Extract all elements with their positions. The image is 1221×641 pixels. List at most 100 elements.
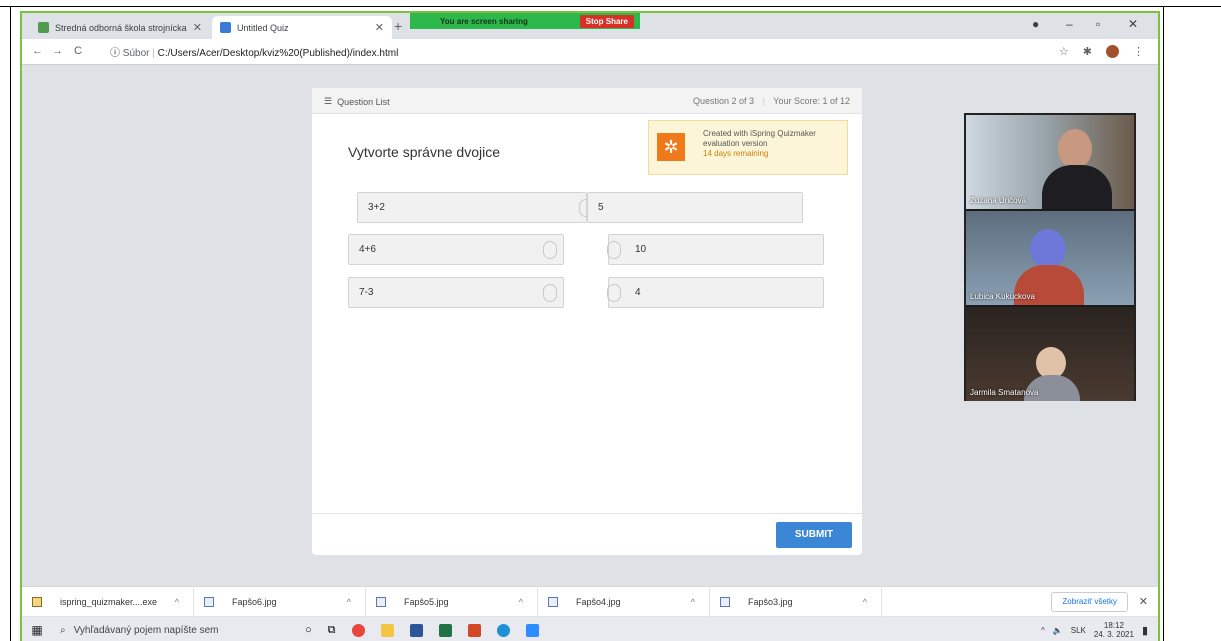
url-text: C:/Users/Acer/Desktop/kviz%20(Published)… bbox=[157, 48, 399, 59]
info-icon: ⓘ bbox=[110, 48, 120, 59]
powerpoint-icon[interactable] bbox=[467, 623, 481, 637]
url-scheme: Súbor bbox=[122, 48, 150, 59]
puzzle-connector-icon bbox=[607, 241, 621, 259]
match-right-piece[interactable]: 10 bbox=[607, 234, 824, 265]
share-status-text: You are screen sharing bbox=[440, 16, 528, 26]
download-item[interactable]: Fapšo5.jpg ^ bbox=[366, 586, 538, 617]
profile-dot-icon[interactable]: ● bbox=[1032, 17, 1039, 31]
match-right-piece[interactable]: 5 bbox=[587, 192, 803, 223]
promo-line: evaluation version bbox=[703, 139, 768, 148]
divider bbox=[312, 513, 862, 514]
match-left-piece[interactable]: 4+6 bbox=[348, 234, 564, 265]
tab-label: Untitled Quiz bbox=[237, 22, 289, 33]
clock-time: 18:12 bbox=[1103, 621, 1124, 630]
match-left-piece[interactable]: 7-3 bbox=[348, 277, 564, 308]
participant-body bbox=[1042, 165, 1112, 209]
address-bar: ← → C ⓘ Súbor | C:/Users/Acer/Desktop/kv… bbox=[22, 39, 1158, 65]
video-tile[interactable]: Jarmila Smatanova bbox=[966, 307, 1134, 401]
close-icon[interactable]: ✕ bbox=[193, 21, 202, 34]
download-item[interactable]: Fapšo3.jpg ^ bbox=[710, 586, 882, 617]
chrome-icon[interactable] bbox=[351, 623, 365, 637]
download-name: Fapšo3.jpg bbox=[748, 596, 793, 607]
word-icon[interactable] bbox=[409, 623, 423, 637]
frame-top bbox=[0, 6, 1221, 7]
screen: Stredná odborná škola strojnícka ✕ Untit… bbox=[20, 11, 1160, 641]
quiz-status: Question 2 of 3 | Your Score: 1 of 12 bbox=[693, 96, 850, 106]
task-view-icon[interactable]: ⧉ bbox=[328, 624, 336, 637]
participant-face bbox=[1058, 129, 1092, 169]
chevron-up-icon[interactable]: ^ bbox=[1041, 626, 1045, 635]
participant-face bbox=[1030, 229, 1066, 269]
puzzle-connector-icon bbox=[607, 284, 621, 302]
zoom-icon[interactable] bbox=[525, 623, 539, 637]
chevron-up-icon[interactable]: ^ bbox=[519, 597, 523, 607]
file-explorer-icon[interactable] bbox=[380, 623, 394, 637]
windows-start-icon[interactable]: ▦ bbox=[22, 623, 52, 637]
video-tile[interactable]: Zuzana Uričová bbox=[966, 115, 1134, 209]
match-right-label: 4 bbox=[635, 287, 641, 298]
chevron-up-icon[interactable]: ^ bbox=[863, 597, 867, 607]
back-icon[interactable]: ← bbox=[32, 45, 43, 57]
taskbar: ▦ ⌕ Vyhľadávaný pojem napíšte sem ○ ⧉ ^ … bbox=[22, 617, 1158, 641]
excel-icon[interactable] bbox=[438, 623, 452, 637]
download-item[interactable]: ispring_quizmaker....exe ^ bbox=[22, 586, 194, 617]
notifications-icon[interactable]: ▮ bbox=[1142, 624, 1148, 637]
tab-untitled-quiz[interactable]: Untitled Quiz ✕ bbox=[212, 16, 392, 39]
close-icon[interactable]: ✕ bbox=[1139, 595, 1148, 608]
match-left-label: 4+6 bbox=[359, 244, 376, 255]
new-tab-button[interactable]: + bbox=[394, 18, 402, 34]
match-left-label: 7-3 bbox=[359, 287, 374, 298]
volume-icon[interactable]: 🔈 bbox=[1053, 626, 1063, 635]
ispring-logo-icon: ✲ bbox=[657, 133, 685, 161]
video-tile[interactable]: Lubica Kukuckova bbox=[966, 211, 1134, 305]
forward-icon[interactable]: → bbox=[52, 45, 63, 57]
profile-avatar-icon[interactable] bbox=[1106, 45, 1119, 58]
download-name: Fapšo4.jpg bbox=[576, 596, 621, 607]
system-tray: ^ 🔈 SLK 18:12 24. 3. 2021 ▮ bbox=[1041, 621, 1148, 639]
download-shelf: ispring_quizmaker....exe ^ Fapšo6.jpg ^ … bbox=[22, 586, 1158, 617]
promo-line: Created with iSpring Quizmaker bbox=[703, 129, 816, 138]
screen-share-bar: You are screen sharing Stop Share bbox=[410, 13, 640, 29]
stop-share-button[interactable]: Stop Share bbox=[579, 14, 634, 28]
tab-school[interactable]: Stredná odborná škola strojnícka ✕ bbox=[30, 16, 210, 39]
extensions-icon[interactable]: ✱ bbox=[1083, 45, 1092, 58]
clock[interactable]: 18:12 24. 3. 2021 bbox=[1094, 621, 1134, 639]
edge-icon[interactable] bbox=[496, 623, 510, 637]
taskbar-search[interactable]: ⌕ Vyhľadávaný pojem napíšte sem bbox=[52, 617, 297, 641]
download-item[interactable]: Fapšo4.jpg ^ bbox=[538, 586, 710, 617]
chevron-up-icon[interactable]: ^ bbox=[175, 597, 179, 607]
participant-name: Jarmila Smatanova bbox=[970, 388, 1039, 397]
school-favicon-icon bbox=[38, 22, 49, 33]
show-all-downloads-button[interactable]: Zobraziť všetky bbox=[1051, 592, 1128, 612]
minimize-icon[interactable]: – bbox=[1066, 17, 1073, 31]
reload-icon[interactable]: C bbox=[74, 45, 82, 57]
chevron-up-icon[interactable]: ^ bbox=[347, 597, 351, 607]
match-left-label: 3+2 bbox=[368, 202, 385, 213]
puzzle-connector-icon bbox=[543, 284, 557, 302]
menu-icon[interactable]: ⋮ bbox=[1133, 45, 1144, 58]
video-panel: Zuzana Uričová Lubica Kukuckova Jarmila … bbox=[964, 113, 1136, 401]
score-text: Your Score: 1 of 12 bbox=[773, 96, 850, 106]
question-list-button[interactable]: ☰ Question List bbox=[324, 96, 390, 107]
maximize-icon[interactable]: ▫ bbox=[1096, 17, 1100, 31]
match-right-piece[interactable]: 4 bbox=[607, 277, 824, 308]
address-actions: ☆ ✱ ⋮ bbox=[1059, 45, 1144, 58]
promo-days: 14 days remaining bbox=[703, 149, 769, 158]
cortana-icon[interactable]: ○ bbox=[305, 624, 312, 636]
language-indicator[interactable]: SLK bbox=[1071, 626, 1086, 635]
chevron-up-icon[interactable]: ^ bbox=[691, 597, 695, 607]
window-close-icon[interactable]: ✕ bbox=[1128, 17, 1138, 31]
question-list-label: Question List bbox=[337, 96, 390, 107]
download-name: ispring_quizmaker....exe bbox=[60, 596, 158, 607]
match-left-piece[interactable]: 3+2 bbox=[357, 192, 593, 223]
submit-button[interactable]: SUBMIT bbox=[776, 522, 852, 548]
download-name: Fapšo6.jpg bbox=[232, 596, 277, 607]
bookmark-star-icon[interactable]: ☆ bbox=[1059, 45, 1069, 58]
download-item[interactable]: Fapšo6.jpg ^ bbox=[194, 586, 366, 617]
image-file-icon bbox=[376, 596, 386, 607]
list-icon: ☰ bbox=[324, 96, 333, 106]
image-file-icon bbox=[720, 596, 730, 607]
url-field[interactable]: ⓘ Súbor | C:/Users/Acer/Desktop/kviz%20(… bbox=[110, 44, 398, 59]
close-icon[interactable]: ✕ bbox=[375, 21, 384, 34]
puzzle-connector-icon bbox=[543, 241, 557, 259]
